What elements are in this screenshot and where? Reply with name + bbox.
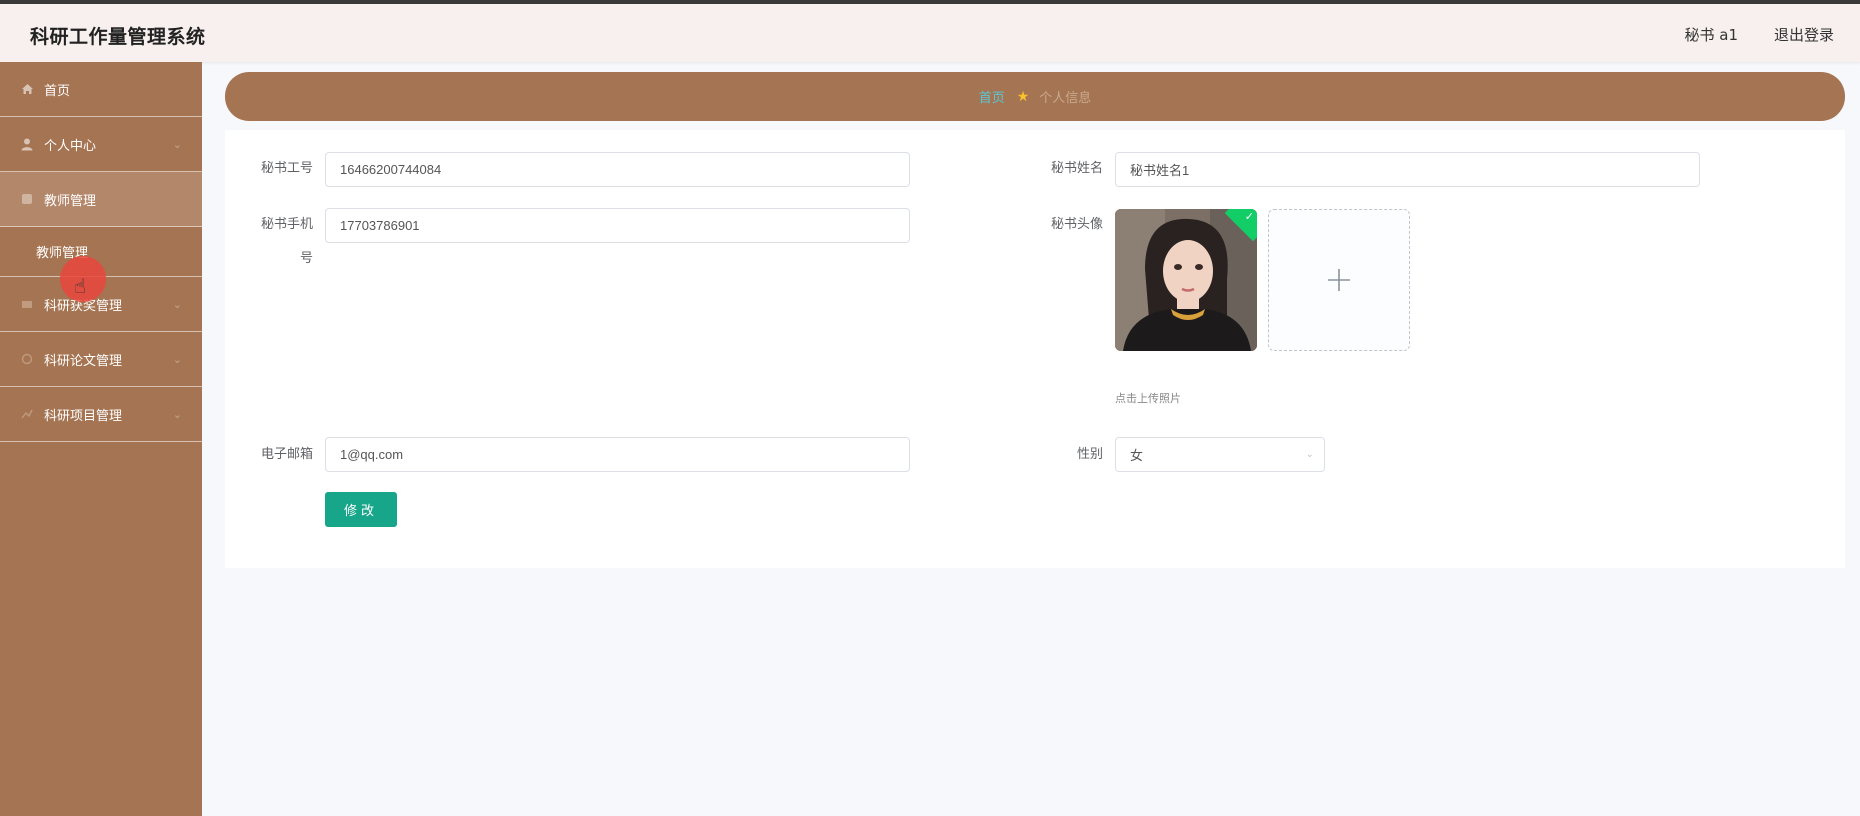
plus-icon — [1328, 269, 1350, 291]
avatar-image[interactable]: ✓ — [1115, 209, 1257, 351]
phone-input[interactable]: 17703786901 — [325, 208, 910, 243]
sidebar-item-project-management[interactable]: 科研项目管理 ⌄ — [0, 387, 202, 442]
chevron-down-icon: ⌄ — [172, 352, 182, 366]
paper-icon — [20, 352, 34, 366]
avatar-label: 秘书头像 — [1050, 217, 1103, 232]
employee-id-label: 秘书工号 — [260, 161, 313, 176]
gender-select-value: 女 — [1130, 448, 1144, 463]
submit-update-button[interactable]: 修改 — [325, 492, 397, 527]
chevron-down-icon: ⌄ — [1305, 449, 1314, 460]
sidebar: 首页 个人中心 ⌄ 教师管理 教师管理 科研获奖管理 ⌄ 科研论文管理 ⌄ 科研… — [0, 62, 202, 816]
breadcrumb-current: 个人信息 — [1039, 91, 1092, 106]
employee-id-input[interactable]: 16466200744084 — [325, 152, 910, 187]
upload-hint: 点击上传照片 — [1115, 392, 1181, 405]
logout-link[interactable]: 退出登录 — [1774, 24, 1834, 45]
name-label: 秘书姓名 — [1050, 161, 1103, 176]
sidebar-item-personal-center[interactable]: 个人中心 ⌄ — [0, 117, 202, 172]
user-icon — [20, 137, 34, 151]
project-icon — [20, 407, 34, 421]
email-input[interactable]: 1@qq.com — [325, 437, 910, 472]
hand-cursor-icon: ☝ — [74, 274, 87, 298]
email-label: 电子邮箱 — [260, 447, 313, 462]
sidebar-item-label: 科研项目管理 — [44, 408, 123, 424]
sidebar-item-label: 首页 — [44, 83, 71, 99]
top-header: 科研工作量管理系统 秘书 a1 退出登录 — [0, 4, 1860, 62]
home-icon — [20, 82, 34, 96]
phone-label-line1: 秘书手机 — [260, 217, 313, 232]
app-title: 科研工作量管理系统 — [30, 26, 206, 48]
chevron-down-icon: ⌄ — [172, 137, 182, 151]
phone-label-line2: 号 — [299, 251, 313, 266]
sidebar-item-paper-management[interactable]: 科研论文管理 ⌄ — [0, 332, 202, 387]
breadcrumb-home[interactable]: 首页 — [979, 87, 1005, 106]
profile-form-panel — [225, 130, 1845, 568]
gender-label: 性别 — [1076, 447, 1103, 462]
sidebar-item-label: 个人中心 — [44, 138, 97, 154]
check-icon: ✓ — [1244, 210, 1254, 223]
sidebar-item-home[interactable]: 首页 — [0, 62, 202, 117]
user-name: 秘书 a1 — [1684, 26, 1738, 44]
phone-label: 秘书手机 号 — [240, 215, 313, 269]
star-icon: ★ — [1016, 88, 1030, 105]
name-input[interactable]: 秘书姓名1 — [1115, 152, 1700, 187]
sidebar-item-label: 教师管理 — [44, 193, 97, 209]
sidebar-item-teacher-management[interactable]: 教师管理 — [0, 172, 202, 227]
chevron-down-icon: ⌄ — [172, 407, 182, 421]
breadcrumb: 首页 ★ 个人信息 — [225, 72, 1845, 121]
gender-select[interactable]: 女 ⌄ — [1115, 437, 1325, 472]
avatar-upload-button[interactable] — [1268, 209, 1410, 351]
award-icon — [20, 297, 34, 311]
chevron-down-icon: ⌄ — [172, 297, 182, 311]
teacher-icon — [20, 192, 34, 206]
sidebar-item-label: 科研论文管理 — [44, 353, 123, 369]
